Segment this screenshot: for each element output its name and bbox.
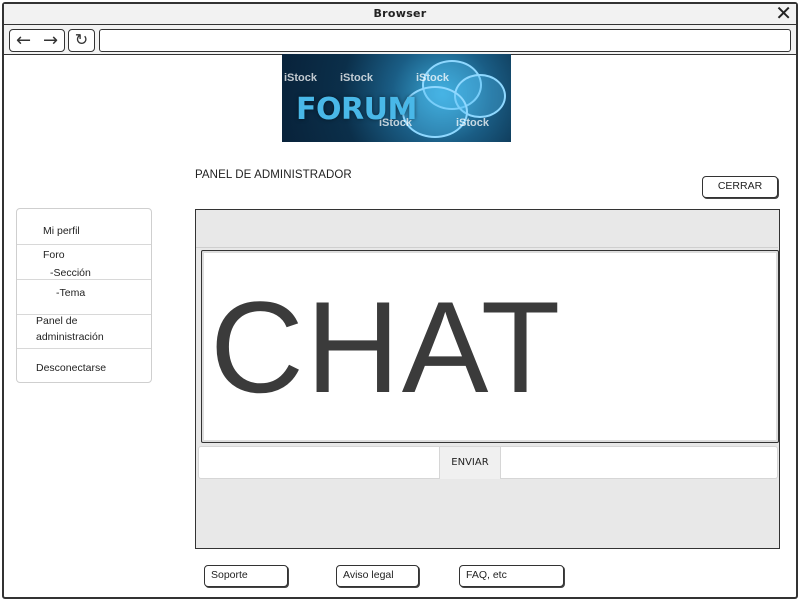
browser-toolbar: ← → ↻ <box>4 25 796 55</box>
page-title: PANEL DE ADMINISTRADOR <box>195 169 352 181</box>
sidebar-item-panel-admin-line2[interactable]: administración <box>36 331 104 343</box>
sidebar-item-panel-admin-line1[interactable]: Panel de <box>36 315 77 327</box>
watermark-text: iStock <box>284 72 318 84</box>
watermark-text: iStock <box>456 117 490 129</box>
sidebar-divider <box>17 209 151 245</box>
footer-link-faq[interactable]: FAQ, etc <box>459 565 564 587</box>
sidebar-menu: Mi perfil Foro -Sección -Tema Panel de a… <box>16 208 152 383</box>
nav-buttons: ← → <box>9 29 65 52</box>
sidebar-item-seccion[interactable]: -Sección <box>50 267 91 279</box>
chat-area[interactable]: CHAT <box>201 250 779 443</box>
sidebar-item-desconectarse[interactable]: Desconectarse <box>36 362 106 374</box>
close-icon[interactable]: ✕ <box>775 3 792 23</box>
logo-text: FORUM <box>296 92 417 127</box>
chat-heading: CHAT <box>210 274 563 420</box>
back-arrow-icon[interactable]: ← <box>16 31 31 50</box>
forum-logo: iStock iStock iStock iStock iStock FORUM <box>282 54 511 142</box>
footer-link-soporte[interactable]: Soporte <box>204 565 288 587</box>
send-button[interactable]: ENVIAR <box>439 447 501 479</box>
footer-link-aviso-legal[interactable]: Aviso legal <box>336 565 419 587</box>
main-content-panel: CHAT ENVIAR <box>195 209 780 549</box>
close-button[interactable]: CERRAR <box>702 176 778 198</box>
reload-icon[interactable]: ↻ <box>68 29 95 52</box>
window-title: Browser <box>373 7 427 20</box>
watermark-text: iStock <box>340 72 374 84</box>
forward-arrow-icon[interactable]: → <box>43 31 58 50</box>
content-header-strip <box>196 210 778 248</box>
sidebar-item-tema[interactable]: -Tema <box>56 287 85 299</box>
address-bar[interactable] <box>99 29 791 52</box>
message-input[interactable]: ENVIAR <box>198 446 778 479</box>
sidebar-item-mi-perfil[interactable]: Mi perfil <box>43 225 80 237</box>
title-bar: Browser ✕ <box>4 3 796 25</box>
watermark-text: iStock <box>416 72 450 84</box>
sidebar-item-foro[interactable]: Foro <box>43 249 65 261</box>
